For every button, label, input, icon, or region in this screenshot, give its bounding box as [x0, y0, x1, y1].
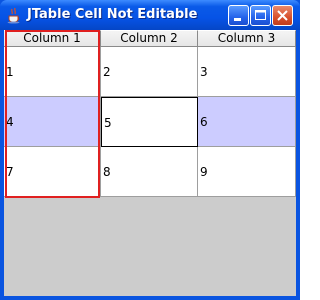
maximize-button[interactable] — [250, 5, 271, 26]
table-cell[interactable]: 4 — [4, 97, 101, 147]
table-row-selected: 4 5 6 — [4, 97, 296, 147]
table-scroll-area: Column 1 Column 2 Column 3 1 2 3 4 5 6 7… — [4, 30, 296, 296]
table-cell[interactable]: 6 — [198, 97, 296, 147]
column-header-1[interactable]: Column 1 — [4, 30, 101, 47]
java-cup-icon — [7, 7, 20, 24]
table-cell[interactable]: 3 — [198, 47, 296, 97]
minimize-icon — [234, 18, 241, 21]
table-header: Column 1 Column 2 Column 3 — [4, 30, 296, 47]
minimize-button[interactable] — [228, 5, 249, 26]
title-bar[interactable]: JTable Cell Not Editable — [0, 0, 300, 30]
table-row: 1 2 3 — [4, 47, 296, 97]
table-cell[interactable]: 7 — [4, 147, 101, 197]
column-header-3[interactable]: Column 3 — [198, 30, 296, 47]
table-cell[interactable]: 9 — [198, 147, 296, 197]
table-cell[interactable]: 2 — [101, 47, 198, 97]
window-border-right — [296, 30, 300, 300]
table-cell-focused[interactable]: 5 — [101, 97, 198, 147]
maximize-icon — [255, 10, 266, 20]
close-icon — [277, 10, 288, 21]
table-row: 7 8 9 — [4, 147, 296, 197]
column-header-2[interactable]: Column 2 — [101, 30, 198, 47]
close-button[interactable] — [272, 5, 293, 26]
window-border-bottom — [0, 296, 300, 300]
table-cell[interactable]: 1 — [4, 47, 101, 97]
window-title: JTable Cell Not Editable — [27, 7, 198, 22]
app-window: JTable Cell Not Editable Column 1 Column… — [0, 0, 300, 300]
table-cell[interactable]: 8 — [101, 147, 198, 197]
